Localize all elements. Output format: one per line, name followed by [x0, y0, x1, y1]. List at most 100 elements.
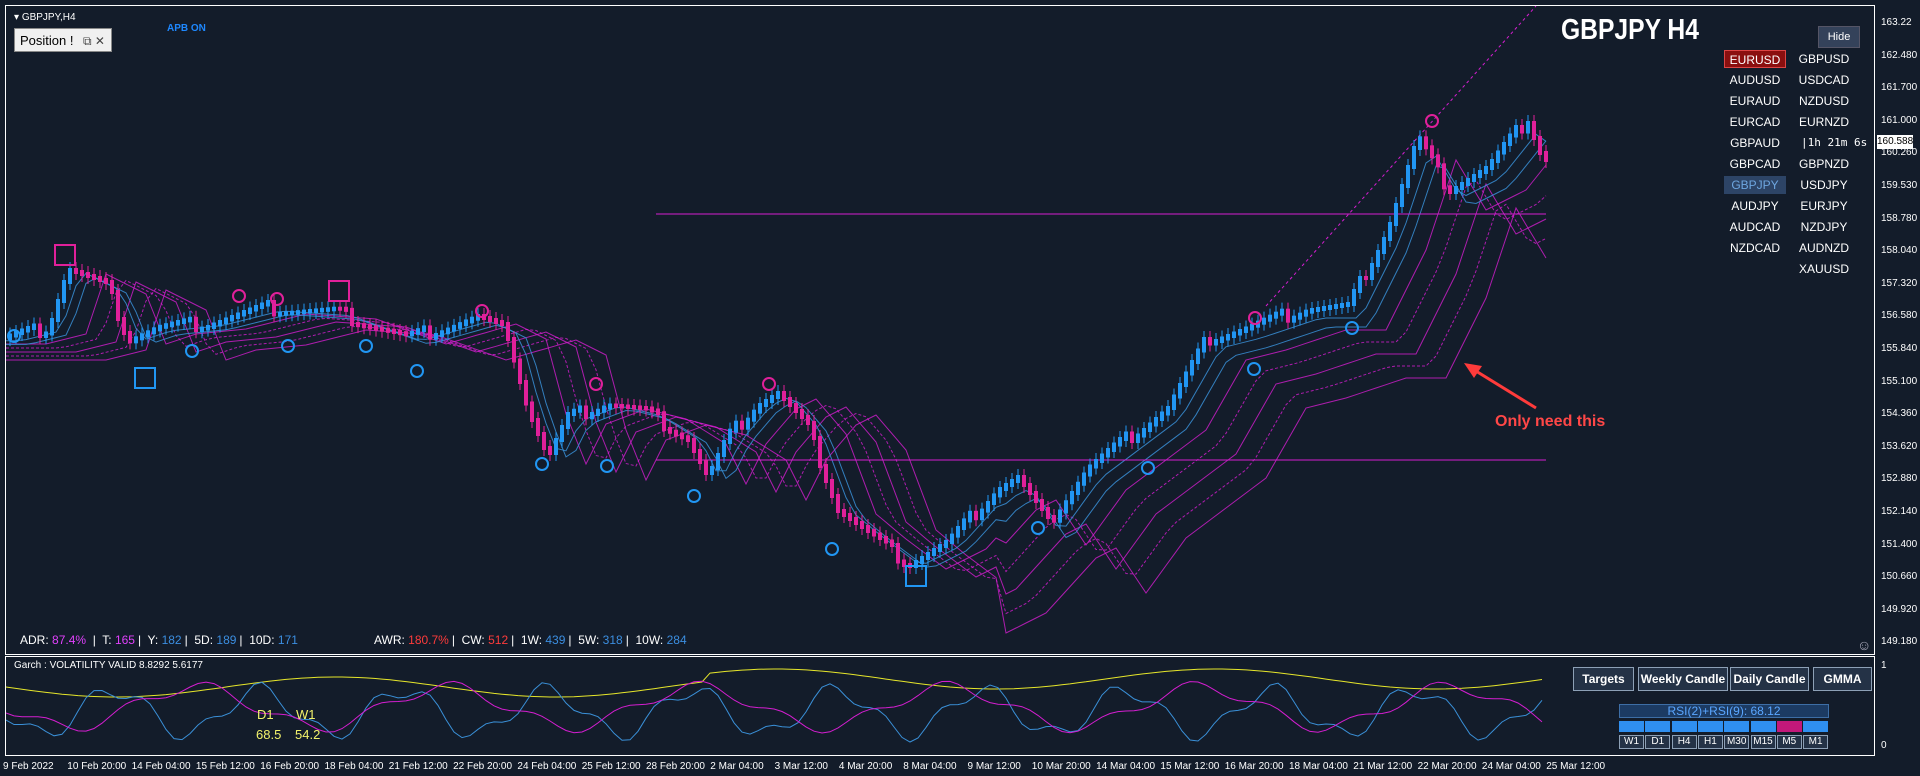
price-tick: 154.360 [1881, 408, 1918, 420]
pair-gbpusd[interactable]: GBPUSD [1793, 50, 1855, 68]
pair-eurnzd[interactable]: EURNZD [1793, 113, 1855, 131]
pair-nzdjpy[interactable]: NZDJPY [1793, 218, 1855, 236]
rsi-segment [1776, 721, 1802, 732]
apb-status: APB ON [167, 23, 206, 34]
pair-nzdcad[interactable]: NZDCAD [1724, 239, 1786, 257]
price-tick: 156.580 [1881, 310, 1918, 322]
hide-button[interactable]: Hide [1818, 26, 1860, 48]
gmma-button[interactable]: GMMA [1813, 667, 1872, 691]
pair-eurcad[interactable]: EURCAD [1724, 113, 1786, 131]
timeframe-d1[interactable]: D1 [1645, 735, 1671, 749]
annotation-text: Only need this [1495, 413, 1606, 430]
time-tick: 25 Feb 12:00 [581, 761, 641, 772]
timeframe-m30[interactable]: M30 [1724, 735, 1750, 749]
time-tick: 24 Feb 04:00 [517, 761, 577, 772]
rsi-segment [1671, 721, 1697, 732]
timeframe-h1[interactable]: H1 [1697, 735, 1723, 749]
position-label: Position ! [20, 33, 74, 48]
oscillator-label: Garch : VOLATILITY VALID 8.8292 5.6177 [14, 660, 203, 671]
price-tick: 159.530 [1881, 180, 1918, 191]
time-tick: 25 Mar 12:00 [1546, 761, 1606, 772]
time-tick: 9 Feb 2022 [3, 761, 54, 772]
w1-label: W1 [296, 707, 316, 722]
time-tick: 10 Mar 20:00 [1031, 761, 1091, 772]
timeframe-m5[interactable]: M5 [1776, 735, 1802, 749]
price-tick: 160.260 [1881, 147, 1918, 159]
price-tick: 163.22 [1881, 17, 1912, 28]
time-tick: 22 Mar 20:00 [1417, 761, 1477, 772]
daily-candle-button[interactable]: Daily Candle [1730, 667, 1809, 691]
symbol-header: ▾ GBPJPY,H4 [14, 12, 76, 23]
window-controls-icon[interactable]: ⧉ ✕ [83, 29, 105, 53]
d1-value: 68.5 [256, 727, 282, 742]
price-tick: 152.880 [1881, 473, 1918, 485]
rsi-segment [1750, 721, 1776, 732]
targets-button[interactable]: Targets [1573, 667, 1634, 691]
timeframe-m1[interactable]: M1 [1803, 735, 1829, 749]
current-price-badge: 160.588 [1877, 135, 1914, 149]
price-tick: 158.040 [1881, 245, 1918, 257]
price-tick: 158.780 [1881, 212, 1918, 224]
oscillator-panel[interactable]: Garch : VOLATILITY VALID 8.8292 5.6177 D… [5, 656, 1875, 756]
oscillator-axis-top: 1 [1881, 660, 1887, 671]
rsi-segment [1697, 721, 1723, 732]
time-tick: 10 Feb 20:00 [67, 761, 127, 772]
price-tick: 162.480 [1881, 49, 1918, 61]
pair-usdjpy[interactable]: USDJPY [1793, 176, 1855, 194]
pair-eurjpy[interactable]: EURJPY [1793, 197, 1855, 215]
time-tick: 21 Mar 12:00 [1353, 761, 1413, 772]
time-tick: 4 Mar 20:00 [838, 761, 893, 772]
symbol-label: GBPJPY,H4 [21, 12, 76, 23]
pair-audusd[interactable]: AUDUSD [1724, 71, 1786, 89]
pair-usdcad[interactable]: USDCAD [1793, 71, 1855, 89]
time-tick: 16 Mar 20:00 [1224, 761, 1284, 772]
rsi-segment [1619, 721, 1644, 732]
time-tick: 18 Feb 04:00 [324, 761, 384, 772]
main-chart-panel[interactable]: ▾ GBPJPY,H4 Position ! ⧉ ✕ APB ON GBPJPY… [5, 5, 1875, 655]
time-tick: 18 Mar 04:00 [1289, 761, 1348, 772]
pair-gbpcad[interactable]: GBPCAD [1724, 155, 1786, 173]
price-tick: 155.100 [1881, 375, 1918, 387]
chevron-down-icon[interactable]: ▾ [14, 12, 19, 23]
pair-eurusd[interactable]: EURUSD [1724, 50, 1786, 68]
price-tick: 149.920 [1881, 603, 1918, 615]
price-tick: 161.700 [1881, 82, 1918, 94]
rsi-segment [1803, 721, 1829, 732]
time-tick: 2 Mar 04:00 [710, 761, 764, 772]
time-tick: 16 Feb 20:00 [260, 761, 320, 772]
time-tick: 15 Feb 12:00 [195, 761, 255, 772]
pair-nzdusd[interactable]: NZDUSD [1793, 92, 1855, 110]
pair-audjpy[interactable]: AUDJPY [1724, 197, 1786, 215]
timeframe-h4[interactable]: H4 [1671, 735, 1697, 749]
time-tick: 28 Feb 20:00 [646, 761, 705, 772]
pair-audnzd[interactable]: AUDNZD [1793, 239, 1855, 257]
range-stats: ADR: 87.4% | T: 165 | Y: 182 | 5D: 189 | 10… [20, 633, 687, 647]
price-tick: 153.620 [1881, 440, 1918, 452]
rsi-segment [1724, 721, 1750, 732]
chart-title: GBPJPY H4 [1561, 14, 1699, 46]
position-panel[interactable]: Position ! ⧉ ✕ [14, 28, 112, 52]
price-tick: 157.320 [1881, 277, 1918, 289]
rsi-readout: RSI(2)+RSI(9): 68.12 [1619, 704, 1829, 718]
pair-gbpjpy[interactable]: GBPJPY [1724, 176, 1786, 194]
rsi-segment [1645, 721, 1671, 732]
pair-gbpaud[interactable]: GBPAUD [1724, 134, 1786, 152]
candle-timer: |1h 21m 6s [1801, 136, 1868, 149]
timeframe-m15[interactable]: M15 [1750, 735, 1776, 749]
timeframe-w1[interactable]: W1 [1619, 735, 1644, 749]
time-tick: 21 Feb 12:00 [388, 761, 448, 772]
time-tick: 14 Feb 04:00 [131, 761, 191, 772]
price-tick: 155.840 [1881, 343, 1918, 354]
price-tick: 150.660 [1881, 571, 1918, 583]
time-tick: 15 Mar 12:00 [1160, 761, 1220, 772]
price-chart[interactable] [6, 6, 1875, 655]
price-tick: 152.140 [1881, 506, 1918, 517]
pair-euraud[interactable]: EURAUD [1724, 92, 1786, 110]
time-tick: 22 Feb 20:00 [453, 761, 513, 772]
pair-audcad[interactable]: AUDCAD [1724, 218, 1786, 236]
pair-xauusd[interactable]: XAUUSD [1793, 260, 1855, 278]
weekly-candle-button[interactable]: Weekly Candle [1638, 667, 1728, 691]
time-tick: 24 Mar 04:00 [1481, 761, 1541, 772]
pair-gbpnzd[interactable]: GBPNZD [1793, 155, 1855, 173]
time-tick: 9 Mar 12:00 [967, 761, 1021, 772]
